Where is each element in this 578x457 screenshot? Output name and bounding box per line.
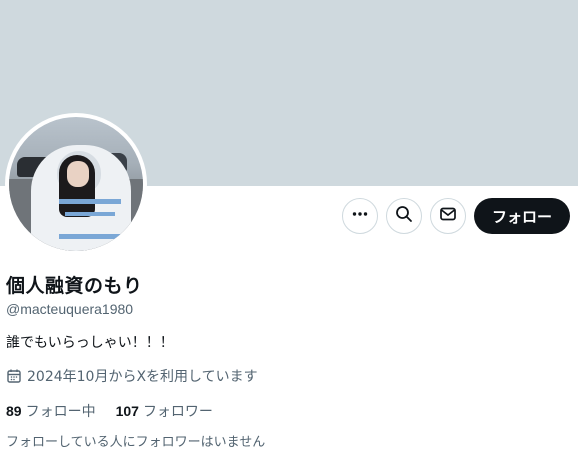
avatar[interactable] xyxy=(5,113,147,255)
following-count: 89 xyxy=(6,403,22,419)
follow-button[interactable]: フォロー xyxy=(473,198,570,234)
search-icon xyxy=(395,205,413,227)
joined-date: 2024年10月からXを利用しています xyxy=(6,366,258,386)
followers-you-know: フォローしている人にフォロワーはいません xyxy=(6,435,266,450)
display-name: 個人融資のもり xyxy=(6,275,143,297)
joined-text: 2024年10月からXを利用しています xyxy=(27,369,258,385)
followers-label: フォロワー xyxy=(142,404,213,420)
message-button[interactable] xyxy=(429,198,466,234)
followers-link[interactable]: 107 フォロワー xyxy=(116,401,213,421)
follow-stats: 89 フォロー中 107 フォロワー xyxy=(6,401,233,421)
search-button[interactable] xyxy=(385,198,422,234)
bio-text: 誰でもいらっしゃい！！！ xyxy=(6,335,174,351)
following-link[interactable]: 89 フォロー中 xyxy=(6,401,96,421)
user-handle: @macteuquera1980 xyxy=(6,301,134,317)
calendar-icon xyxy=(7,369,21,383)
more-icon xyxy=(351,205,369,227)
followers-count: 107 xyxy=(115,403,139,419)
message-icon xyxy=(439,205,457,227)
following-label: フォロー中 xyxy=(25,404,96,420)
more-button[interactable] xyxy=(341,198,378,234)
profile-actions: フォロー xyxy=(341,198,570,234)
avatar-image xyxy=(9,117,143,251)
